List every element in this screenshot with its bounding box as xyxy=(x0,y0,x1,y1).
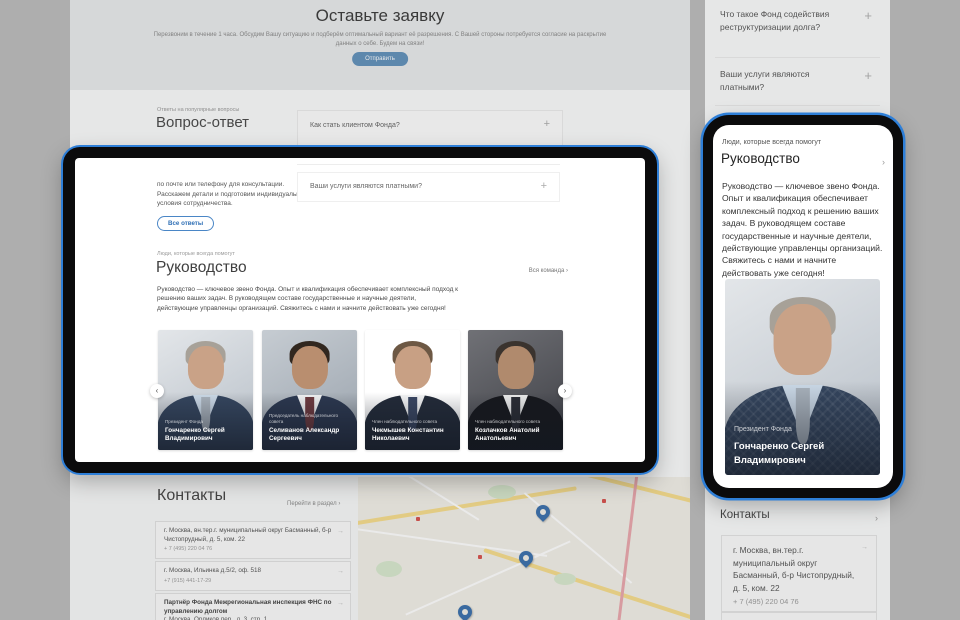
faq-item-how-to-become-client[interactable]: Как стать клиентом Фонда? + xyxy=(297,110,563,150)
map-road xyxy=(483,548,690,620)
faq-item-services-paid[interactable]: Ваши услуги являются платными? + xyxy=(297,172,560,202)
faq-question: Как стать клиентом Фонда? xyxy=(310,122,400,129)
portrait-head xyxy=(497,346,533,389)
send-request-button[interactable]: Отправить xyxy=(352,52,408,66)
contacts-goto-label: Перейти в раздел xyxy=(287,501,337,507)
contacts-goto-link[interactable]: Перейти в раздел › xyxy=(287,501,340,507)
carousel-prev-button[interactable]: ‹ xyxy=(150,384,164,398)
team-member-card[interactable]: Председатель наблюдательного совета Сели… xyxy=(262,330,357,450)
mobile-contact-card[interactable] xyxy=(721,612,877,620)
mobile-faq-item[interactable]: Ваши услуги являются платными? xyxy=(720,68,842,94)
member-name: Селиванов Александр Сергеевич xyxy=(269,427,353,444)
map-park xyxy=(554,573,576,585)
portrait-head xyxy=(773,304,832,375)
member-name: Гончаренко Сергей Владимирович xyxy=(165,427,249,444)
mobile-contacts-title: Контакты xyxy=(720,509,770,521)
all-answers-button[interactable]: Все ответы xyxy=(157,216,214,231)
plus-icon[interactable]: + xyxy=(864,8,872,23)
contact-card[interactable]: г. Москва, Ильинка д.5/2, оф. 518 +7 (91… xyxy=(155,561,351,591)
team-description: Руководство — ключевое звено Фонда. Опыт… xyxy=(157,285,459,313)
faq-eyebrow: Ответы на популярные вопросы xyxy=(157,107,239,113)
arrow-right-icon: → xyxy=(337,528,344,535)
mobile-contact-card[interactable]: г. Москва, вн.тер.г. муниципальный округ… xyxy=(721,535,877,612)
contact-phone: + 7 (495) 220 04 76 xyxy=(164,546,334,552)
map-pin[interactable] xyxy=(455,602,475,620)
faq-description: по почте или телефону для консультации. … xyxy=(157,180,315,209)
team-member-card[interactable]: Член наблюдательного совета Чекмышев Кон… xyxy=(365,330,460,450)
map-metro-marker xyxy=(602,499,606,503)
phone-screen: Люди, которые всегда помогут Руководство… xyxy=(713,125,893,488)
map-metro-marker xyxy=(478,555,482,559)
request-subtitle: Перезвоним в течение 1 часа. Обсудим Ваш… xyxy=(145,31,615,48)
portrait-head xyxy=(187,346,223,389)
map-pin[interactable] xyxy=(533,502,553,522)
team-title: Руководство xyxy=(156,259,247,277)
request-section: Оставьте заявку Перезвоним в течение 1 ч… xyxy=(70,0,690,90)
contact-card[interactable]: г. Москва, вн.тер.г. муниципальный округ… xyxy=(155,521,351,559)
laptop-device-frame: по почте или телефону для консультации. … xyxy=(63,147,657,473)
member-role: Председатель наблюдательного совета xyxy=(269,413,353,425)
chevron-right-icon[interactable]: › xyxy=(875,513,878,523)
request-title: Оставьте заявку xyxy=(70,6,690,26)
presentation-canvas: Оставьте заявку Перезвоним в течение 1 ч… xyxy=(0,0,960,620)
team-member-card[interactable]: Президент Фонда Гончаренко Сергей Владим… xyxy=(158,330,253,450)
map[interactable] xyxy=(358,477,690,620)
contact-phone: + 7 (495) 220 04 76 xyxy=(733,597,858,606)
contact-partner-name: Партнёр Фонда Межрегиональная инспекция … xyxy=(164,599,334,616)
map-road xyxy=(358,527,547,557)
member-role: Член наблюдательного совета xyxy=(475,419,559,425)
map-metro-marker xyxy=(416,517,420,521)
map-park xyxy=(488,485,516,499)
team-member-card[interactable]: Президент Фонда Гончаренко Сергей Владим… xyxy=(725,279,880,475)
all-team-link[interactable]: Вся команда › xyxy=(529,268,568,274)
contact-address: г. Москва, вн.тер.г. муниципальный округ… xyxy=(733,544,858,594)
contact-address: г. Москва, вн.тер.г. муниципальный округ… xyxy=(164,527,334,544)
laptop-screen: по почте или телефону для консультации. … xyxy=(75,158,645,462)
contacts-section: Контакты Перейти в раздел › г. Москва, в… xyxy=(70,477,690,620)
mobile-faq-item[interactable]: Что такое Фонд содействия реструктуризац… xyxy=(720,8,842,34)
map-road xyxy=(377,477,480,521)
member-name: Козлачков Анатолий Анатольевич xyxy=(475,427,559,444)
member-name: Чекмышев Константин Николаевич xyxy=(372,427,456,444)
member-role: Президент Фонда xyxy=(165,419,249,425)
member-role: Член наблюдательного совета xyxy=(372,419,456,425)
team-member-card[interactable]: Член наблюдательного совета Козлачков Ан… xyxy=(468,330,563,450)
contact-phone: +7 (915) 441-17-29 xyxy=(164,578,334,584)
contact-card-partner[interactable]: Партнёр Фонда Межрегиональная инспекция … xyxy=(155,593,351,620)
plus-icon[interactable]: + xyxy=(541,180,547,192)
chevron-right-icon: › xyxy=(566,268,568,274)
divider xyxy=(715,105,880,106)
contacts-title: Контакты xyxy=(157,487,226,505)
chevron-right-icon[interactable]: › xyxy=(882,157,885,167)
portrait-head xyxy=(291,346,327,389)
all-team-label: Вся команда xyxy=(529,268,565,274)
chevron-right-icon: › xyxy=(338,501,340,507)
faq-question: Ваши услуги являются платными? xyxy=(310,183,422,190)
arrow-right-icon: → xyxy=(861,544,868,551)
team-description: Руководство — ключевое звено Фонда. Опыт… xyxy=(722,180,886,279)
divider xyxy=(715,57,880,58)
carousel-next-button[interactable]: › xyxy=(558,384,572,398)
phone-device-frame: Люди, которые всегда помогут Руководство… xyxy=(703,115,903,498)
plus-icon[interactable]: + xyxy=(544,118,550,130)
divider xyxy=(297,164,560,165)
member-name: Гончаренко Сергей Владимирович xyxy=(734,440,862,467)
map-park xyxy=(376,561,402,577)
portrait-head xyxy=(394,346,430,389)
arrow-right-icon: → xyxy=(337,568,344,575)
faq-title: Вопрос-ответ xyxy=(156,114,249,131)
contact-address: г. Москва, Орликов пер., д. 3, стр. 1 xyxy=(164,616,334,620)
team-eyebrow: Люди, которые всегда помогут xyxy=(722,139,821,146)
contact-address: г. Москва, Ильинка д.5/2, оф. 518 xyxy=(164,567,334,576)
member-role: Президент Фонда xyxy=(734,426,792,433)
team-title: Руководство xyxy=(721,151,800,166)
team-eyebrow: Люди, которые всегда помогут xyxy=(157,251,235,257)
arrow-right-icon: → xyxy=(337,600,344,607)
map-road xyxy=(540,477,690,509)
plus-icon[interactable]: + xyxy=(864,68,872,83)
